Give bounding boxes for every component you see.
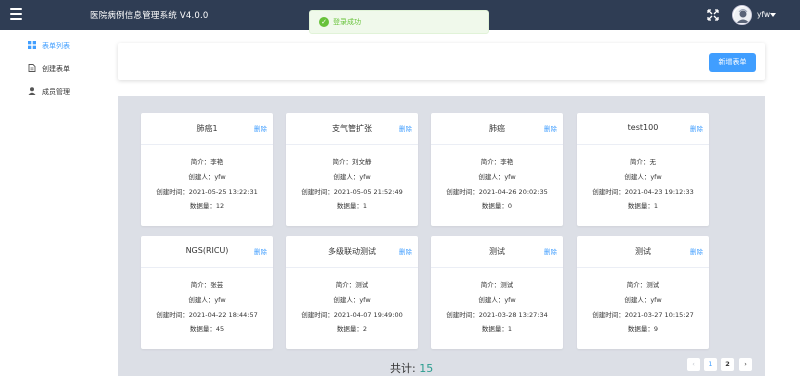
card-created-time: 创建时间：2021-05-25 13:22:31 xyxy=(156,188,258,196)
card-creator: 创建人：yfw xyxy=(478,296,516,304)
form-card[interactable]: 支气管扩张 删除 简介：刘文静 创建人：yfw 创建时间：2021-05-05 … xyxy=(286,113,418,226)
delete-link[interactable]: 删除 xyxy=(690,246,703,256)
menu-toggle-icon[interactable] xyxy=(10,8,22,20)
form-card[interactable]: 测试 删除 简介：测试 创建人：yfw 创建时间：2021-03-27 10:1… xyxy=(577,236,709,349)
card-data-count: 数据量：1 xyxy=(627,202,659,210)
form-card[interactable]: test100 删除 简介：无 创建人：yfw 创建时间：2021-04-23 … xyxy=(577,113,709,226)
app-title: 医院病例信息管理系统 V4.0.0 xyxy=(90,11,209,21)
sidebar-item-member-management[interactable]: 成员管理 xyxy=(0,80,110,102)
card-creator: 创建人：yfw xyxy=(188,173,226,181)
card-data-count: 数据量：2 xyxy=(336,325,368,333)
form-card[interactable]: NGS(RICU) 删除 简介：张芸 创建人：yfw 创建时间：2021-04-… xyxy=(141,236,273,349)
card-data-count: 数据量：0 xyxy=(481,202,513,210)
card-header: 肺癌 删除 xyxy=(431,113,563,145)
total-value: 15 xyxy=(419,362,434,375)
card-data-count: 数据量：45 xyxy=(189,325,225,333)
card-creator: 创建人：yfw xyxy=(478,173,516,181)
user-icon xyxy=(28,87,36,95)
card-creator: 创建人：yfw xyxy=(333,173,371,181)
check-circle-icon: ✓ xyxy=(319,17,329,27)
chevron-down-icon[interactable] xyxy=(770,13,776,17)
card-created-time: 创建时间：2021-04-26 20:02:35 xyxy=(446,188,548,196)
document-icon xyxy=(28,64,36,72)
delete-link[interactable]: 删除 xyxy=(544,123,557,133)
card-header: 支气管扩张 删除 xyxy=(286,113,418,145)
card-creator: 创建人：yfw xyxy=(624,173,662,181)
sidebar-item-label: 成员管理 xyxy=(42,88,70,96)
card-summary: 简介：无 xyxy=(630,158,656,166)
form-card[interactable]: 多级联动测试 删除 简介：测试 创建人：yfw 创建时间：2021-04-07 … xyxy=(286,236,418,349)
card-header: 测试 删除 xyxy=(431,236,563,268)
sidebar-item-form-list[interactable]: 表单列表 xyxy=(0,34,110,56)
form-card[interactable]: 肺癌 删除 简介：李艳 创建人：yfw 创建时间：2021-04-26 20:0… xyxy=(431,113,563,226)
prev-page-button[interactable]: ‹ xyxy=(687,358,700,371)
card-header: 肺癌1 删除 xyxy=(141,113,273,145)
card-created-time: 创建时间：2021-04-07 19:49:00 xyxy=(301,311,403,319)
card-data-count: 数据量：1 xyxy=(336,202,368,210)
card-created-time: 创建时间：2021-05-05 21:52:49 xyxy=(301,188,403,196)
card-header: test100 删除 xyxy=(577,113,709,145)
form-card[interactable]: 测试 删除 简介：测试 创建人：yfw 创建时间：2021-03-28 13:2… xyxy=(431,236,563,349)
card-header: 多级联动测试 删除 xyxy=(286,236,418,268)
card-created-time: 创建时间：2021-04-22 18:44:57 xyxy=(156,311,258,319)
card-creator: 创建人：yfw xyxy=(188,296,226,304)
card-creator: 创建人：yfw xyxy=(624,296,662,304)
delete-link[interactable]: 删除 xyxy=(399,123,412,133)
card-data-count: 数据量：12 xyxy=(189,202,225,210)
fullscreen-icon[interactable] xyxy=(706,8,720,22)
card-created-time: 创建时间：2021-03-28 13:27:34 xyxy=(446,311,548,319)
delete-link[interactable]: 删除 xyxy=(254,246,267,256)
card-creator: 创建人：yfw xyxy=(333,296,371,304)
total-label: 共计: xyxy=(390,362,416,375)
card-data-count: 数据量：9 xyxy=(627,325,659,333)
delete-link[interactable]: 删除 xyxy=(254,123,267,133)
delete-link[interactable]: 删除 xyxy=(544,246,557,256)
card-summary: 简介：张芸 xyxy=(190,281,224,289)
card-summary: 简介：刘文静 xyxy=(332,158,372,166)
page-1-button[interactable]: 1 xyxy=(704,358,717,371)
toast-message: 登录成功 xyxy=(333,18,361,26)
card-data-count: 数据量：1 xyxy=(481,325,513,333)
total-count: 共计: 15 xyxy=(390,360,433,376)
grid-icon xyxy=(28,41,36,49)
sidebar-item-label: 表单列表 xyxy=(42,42,70,50)
sidebar: 表单列表 创建表单 成员管理 xyxy=(0,30,110,376)
sidebar-item-create-form[interactable]: 创建表单 xyxy=(0,57,110,79)
toolbar-card: 新增表单 xyxy=(118,43,765,80)
next-page-button[interactable]: › xyxy=(739,358,752,371)
card-summary: 简介：测试 xyxy=(480,281,514,289)
card-header: 测试 删除 xyxy=(577,236,709,268)
card-summary: 简介：测试 xyxy=(626,281,660,289)
card-header: NGS(RICU) 删除 xyxy=(141,236,273,268)
card-summary: 简介：李艳 xyxy=(480,158,514,166)
user-name[interactable]: yfw xyxy=(757,10,770,19)
card-summary: 简介：测试 xyxy=(335,281,369,289)
card-created-time: 创建时间：2021-04-23 19:12:33 xyxy=(592,188,694,196)
card-created-time: 创建时间：2021-03-27 10:15:27 xyxy=(592,311,694,319)
login-success-toast: ✓ 登录成功 xyxy=(309,10,489,34)
sidebar-item-label: 创建表单 xyxy=(42,65,70,73)
new-form-button[interactable]: 新增表单 xyxy=(709,53,756,72)
form-card[interactable]: 肺癌1 删除 简介：李艳 创建人：yfw 创建时间：2021-05-25 13:… xyxy=(141,113,273,226)
page-2-button[interactable]: 2 xyxy=(721,358,734,371)
avatar[interactable] xyxy=(732,5,752,25)
delete-link[interactable]: 删除 xyxy=(399,246,412,256)
delete-link[interactable]: 删除 xyxy=(690,123,703,133)
card-summary: 简介：李艳 xyxy=(190,158,224,166)
